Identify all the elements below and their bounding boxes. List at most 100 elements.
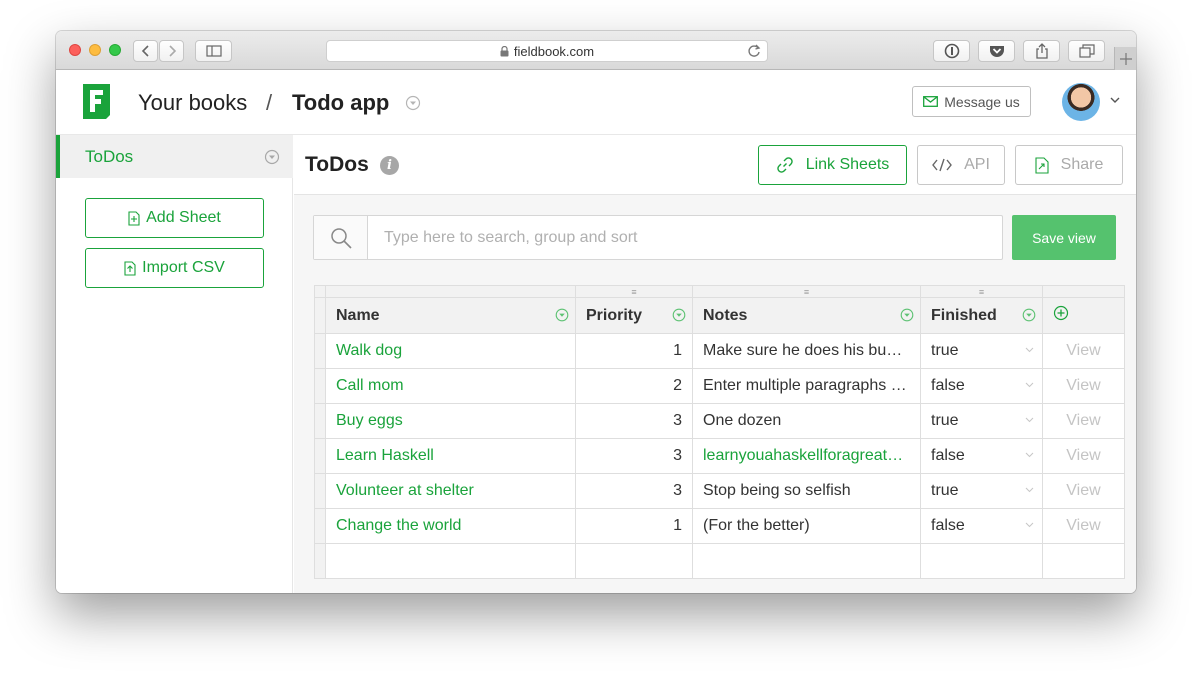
search-icon-box	[314, 216, 368, 259]
cell-priority[interactable]: 2	[575, 368, 693, 404]
pocket-button[interactable]	[978, 40, 1015, 62]
cell-notes[interactable]: Enter multiple paragraphs here	[692, 368, 921, 404]
tabs-icon	[1078, 44, 1095, 58]
chevron-down-icon[interactable]	[1025, 417, 1034, 423]
cell-priority[interactable]: 1	[575, 333, 693, 369]
table-row: Call mom 2 Enter multiple paragraphs her…	[314, 368, 1125, 404]
row-handle[interactable]	[314, 543, 326, 579]
cell-name[interactable]: Change the world	[325, 508, 576, 544]
cell-notes[interactable]: Make sure he does his business	[692, 333, 921, 369]
book-menu-caret-icon[interactable]	[405, 95, 421, 111]
breadcrumb-your-books[interactable]: Your books	[138, 90, 247, 116]
cell-finished[interactable]: false	[920, 368, 1043, 404]
column-menu-caret-icon[interactable]	[1022, 308, 1036, 322]
chevron-down-icon[interactable]	[1110, 97, 1120, 104]
chevron-down-icon[interactable]	[1025, 452, 1034, 458]
cell-name[interactable]: Call mom	[325, 368, 576, 404]
chevron-down-icon[interactable]	[1025, 382, 1034, 388]
column-menu-caret-icon[interactable]	[555, 308, 569, 322]
cell-priority[interactable]: 3	[575, 403, 693, 439]
column-menu-caret-icon[interactable]	[672, 308, 686, 322]
column-handle-finished[interactable]: ≡	[920, 285, 1043, 298]
cell-name[interactable]: Buy eggs	[325, 403, 576, 439]
row-handle[interactable]	[314, 333, 326, 369]
add-column-button[interactable]	[1042, 297, 1125, 334]
minimize-window-button[interactable]	[89, 44, 101, 56]
sheet-menu-caret-icon[interactable]	[264, 149, 280, 165]
cell-finished[interactable]: true	[920, 333, 1043, 369]
address-bar[interactable]: fieldbook.com	[326, 40, 768, 62]
cell-name[interactable]: Learn Haskell	[325, 438, 576, 474]
user-avatar[interactable]	[1062, 83, 1100, 121]
cell-notes[interactable]: One dozen	[692, 403, 921, 439]
link-sheets-button[interactable]: Link Sheets	[758, 145, 907, 185]
import-csv-button[interactable]: Import CSV	[85, 248, 264, 288]
column-header-label: Finished	[931, 306, 997, 324]
chevron-down-icon[interactable]	[1025, 487, 1034, 493]
reload-icon[interactable]	[747, 43, 761, 59]
forward-button[interactable]	[159, 40, 184, 62]
cell-finished[interactable]: true	[920, 403, 1043, 439]
share-browser-button[interactable]	[1023, 40, 1060, 62]
message-us-button[interactable]: Message us	[912, 86, 1031, 117]
column-header-notes[interactable]: Notes	[692, 297, 921, 334]
table-row: Volunteer at shelter 3 Stop being so sel…	[314, 473, 1125, 509]
info-icon[interactable]: i	[380, 156, 399, 175]
row-handle[interactable]	[314, 403, 326, 439]
view-record-link[interactable]: View	[1042, 333, 1125, 369]
tabs-overview-button[interactable]	[1068, 40, 1105, 62]
column-header-label: Name	[336, 306, 380, 324]
view-record-link[interactable]: View	[1042, 473, 1125, 509]
new-tab-button[interactable]	[1114, 47, 1136, 70]
column-header-name[interactable]: Name	[325, 297, 576, 334]
cell-finished[interactable]: true	[920, 473, 1043, 509]
cell-priority[interactable]: 3	[575, 473, 693, 509]
empty-cell[interactable]	[325, 543, 576, 579]
cell-finished[interactable]: false	[920, 438, 1043, 474]
new-record-row[interactable]	[314, 543, 1125, 579]
row-handle[interactable]	[314, 368, 326, 404]
api-button[interactable]: API	[917, 145, 1005, 185]
empty-cell[interactable]	[575, 543, 693, 579]
save-view-button[interactable]: Save view	[1012, 215, 1116, 260]
column-handle-name[interactable]	[325, 285, 576, 298]
empty-cell[interactable]	[692, 543, 921, 579]
row-handle[interactable]	[314, 438, 326, 474]
address-url: fieldbook.com	[513, 43, 595, 59]
cell-notes[interactable]: Stop being so selfish	[692, 473, 921, 509]
breadcrumb-book-title[interactable]: Todo app	[292, 90, 389, 116]
column-handle-priority[interactable]: ≡	[575, 285, 693, 298]
view-record-link[interactable]: View	[1042, 508, 1125, 544]
close-window-button[interactable]	[69, 44, 81, 56]
column-handle-notes[interactable]: ≡	[692, 285, 921, 298]
cell-name[interactable]: Volunteer at shelter	[325, 473, 576, 509]
fieldbook-logo-icon[interactable]	[83, 84, 110, 119]
view-record-link[interactable]: View	[1042, 403, 1125, 439]
cell-finished-value: false	[931, 517, 965, 534]
cell-notes-link[interactable]: learnyouahaskellforagreatgood.com	[692, 438, 921, 474]
chevron-down-icon[interactable]	[1025, 347, 1034, 353]
share-button[interactable]: Share	[1015, 145, 1123, 185]
sidebar-toggle-button[interactable]	[195, 40, 232, 62]
password-manager-button[interactable]	[933, 40, 970, 62]
view-record-link[interactable]: View	[1042, 368, 1125, 404]
row-handle[interactable]	[314, 508, 326, 544]
column-header-finished[interactable]: Finished	[920, 297, 1043, 334]
cell-finished[interactable]: false	[920, 508, 1043, 544]
view-record-link[interactable]: View	[1042, 438, 1125, 474]
cell-notes[interactable]: (For the better)	[692, 508, 921, 544]
add-sheet-button[interactable]: Add Sheet	[85, 198, 264, 238]
search-input[interactable]	[369, 216, 1002, 259]
sidebar-item-todos[interactable]: ToDos	[56, 135, 293, 178]
column-menu-caret-icon[interactable]	[900, 308, 914, 322]
zoom-window-button[interactable]	[109, 44, 121, 56]
cell-priority[interactable]: 3	[575, 438, 693, 474]
empty-cell[interactable]	[920, 543, 1043, 579]
column-header-priority[interactable]: Priority	[575, 297, 693, 334]
chevron-down-icon[interactable]	[1025, 522, 1034, 528]
plus-icon	[1119, 52, 1132, 65]
row-handle[interactable]	[314, 473, 326, 509]
back-button[interactable]	[133, 40, 158, 62]
cell-name[interactable]: Walk dog	[325, 333, 576, 369]
cell-priority[interactable]: 1	[575, 508, 693, 544]
